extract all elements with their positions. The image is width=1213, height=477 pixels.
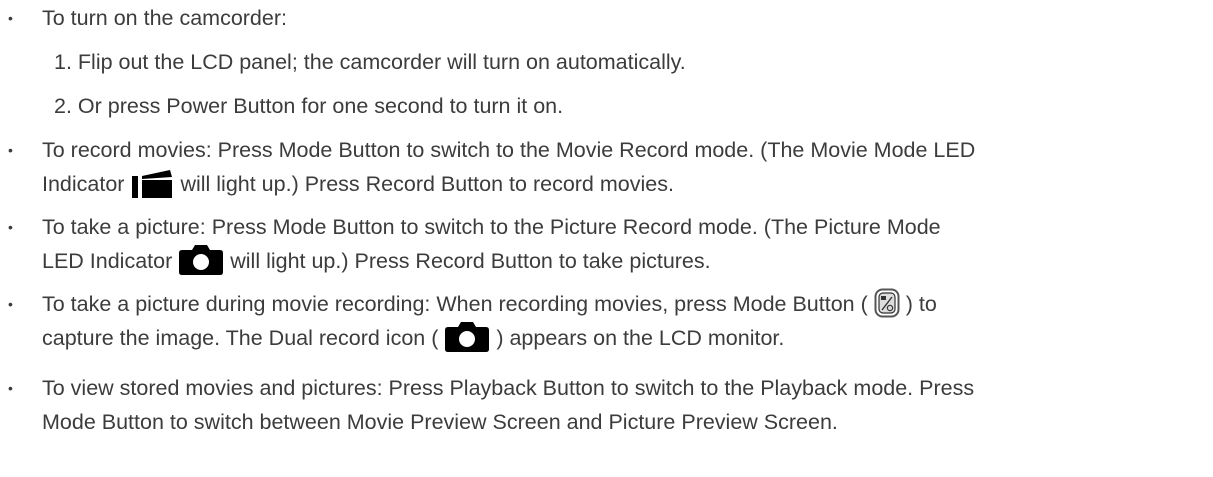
bullet-line-1: To view stored movies and pictures: Pres… — [42, 376, 975, 400]
camera-icon — [444, 320, 490, 363]
bullet-line-2: Mode Button to switch between Movie Prev… — [42, 410, 838, 434]
line-text-after: will light up.) Press Record Button to r… — [180, 172, 674, 196]
movie-camera-icon — [130, 170, 174, 209]
camera-icon — [178, 243, 224, 286]
line-text-before: capture the image. The Dual record icon … — [42, 326, 439, 350]
mode-button-icon — [874, 288, 900, 329]
bullet-line-2: capture the image. The Dual record icon … — [42, 320, 784, 363]
line-text-after: will light up.) Press Record Button to t… — [230, 249, 711, 273]
bullet-text: To turn on the camcorder: — [42, 6, 287, 30]
bullet-line-2: LED Indicator will light up.) Press Reco… — [42, 243, 711, 286]
line-text-before: Indicator — [42, 172, 125, 196]
bullet-marker: • — [8, 296, 13, 312]
line-text-before: To take a picture during movie recording… — [42, 292, 868, 316]
bullet-line-1: To record movies: Press Mode Button to s… — [42, 138, 976, 162]
bullet-line-2: Indicator will light up.) Press Record B… — [42, 166, 674, 209]
line-text-after: ) to — [905, 292, 937, 316]
line-text-before: LED Indicator — [42, 249, 173, 273]
step-2: 2. Or press Power Button for one second … — [54, 94, 564, 118]
bullet-marker: • — [8, 142, 13, 158]
step-1: 1. Flip out the LCD panel; the camcorder… — [54, 50, 686, 74]
bullet-marker: • — [8, 219, 13, 235]
bullet-marker: • — [8, 10, 13, 26]
line-text-after: ) appears on the LCD monitor. — [496, 326, 785, 350]
bullet-marker: • — [8, 380, 13, 396]
bullet-line-1: To take a picture: Press Mode Button to … — [42, 215, 941, 239]
